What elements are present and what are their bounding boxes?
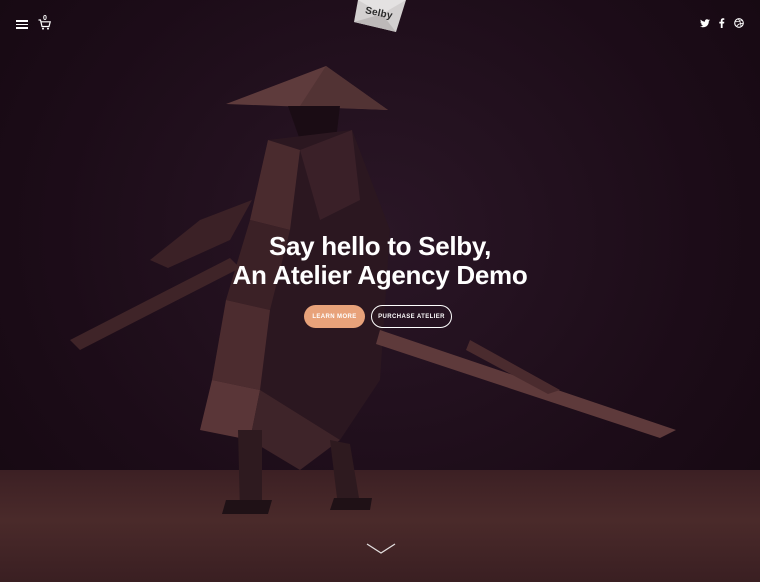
twitter-icon[interactable] (699, 17, 711, 29)
hero-section (0, 0, 760, 582)
site-logo[interactable]: Selby (352, 0, 408, 36)
cart-icon (38, 19, 51, 30)
purchase-atelier-button[interactable]: PURCHASE ATELIER (371, 305, 452, 328)
hero-background-art (70, 66, 676, 514)
hero-headline-line1: Say hello to Selby, (268, 231, 492, 261)
facebook-icon[interactable] (716, 17, 728, 29)
learn-more-button[interactable]: LEARN MORE (304, 305, 365, 328)
hamburger-icon[interactable] (16, 19, 28, 29)
top-navigation: 0 Selby (0, 0, 760, 48)
cart-button[interactable]: 0 (38, 15, 54, 32)
hero-headline-line2: An Atelier Agency Demo (232, 260, 528, 290)
chevron-down-icon[interactable] (366, 543, 396, 555)
dribbble-icon[interactable] (733, 17, 745, 29)
